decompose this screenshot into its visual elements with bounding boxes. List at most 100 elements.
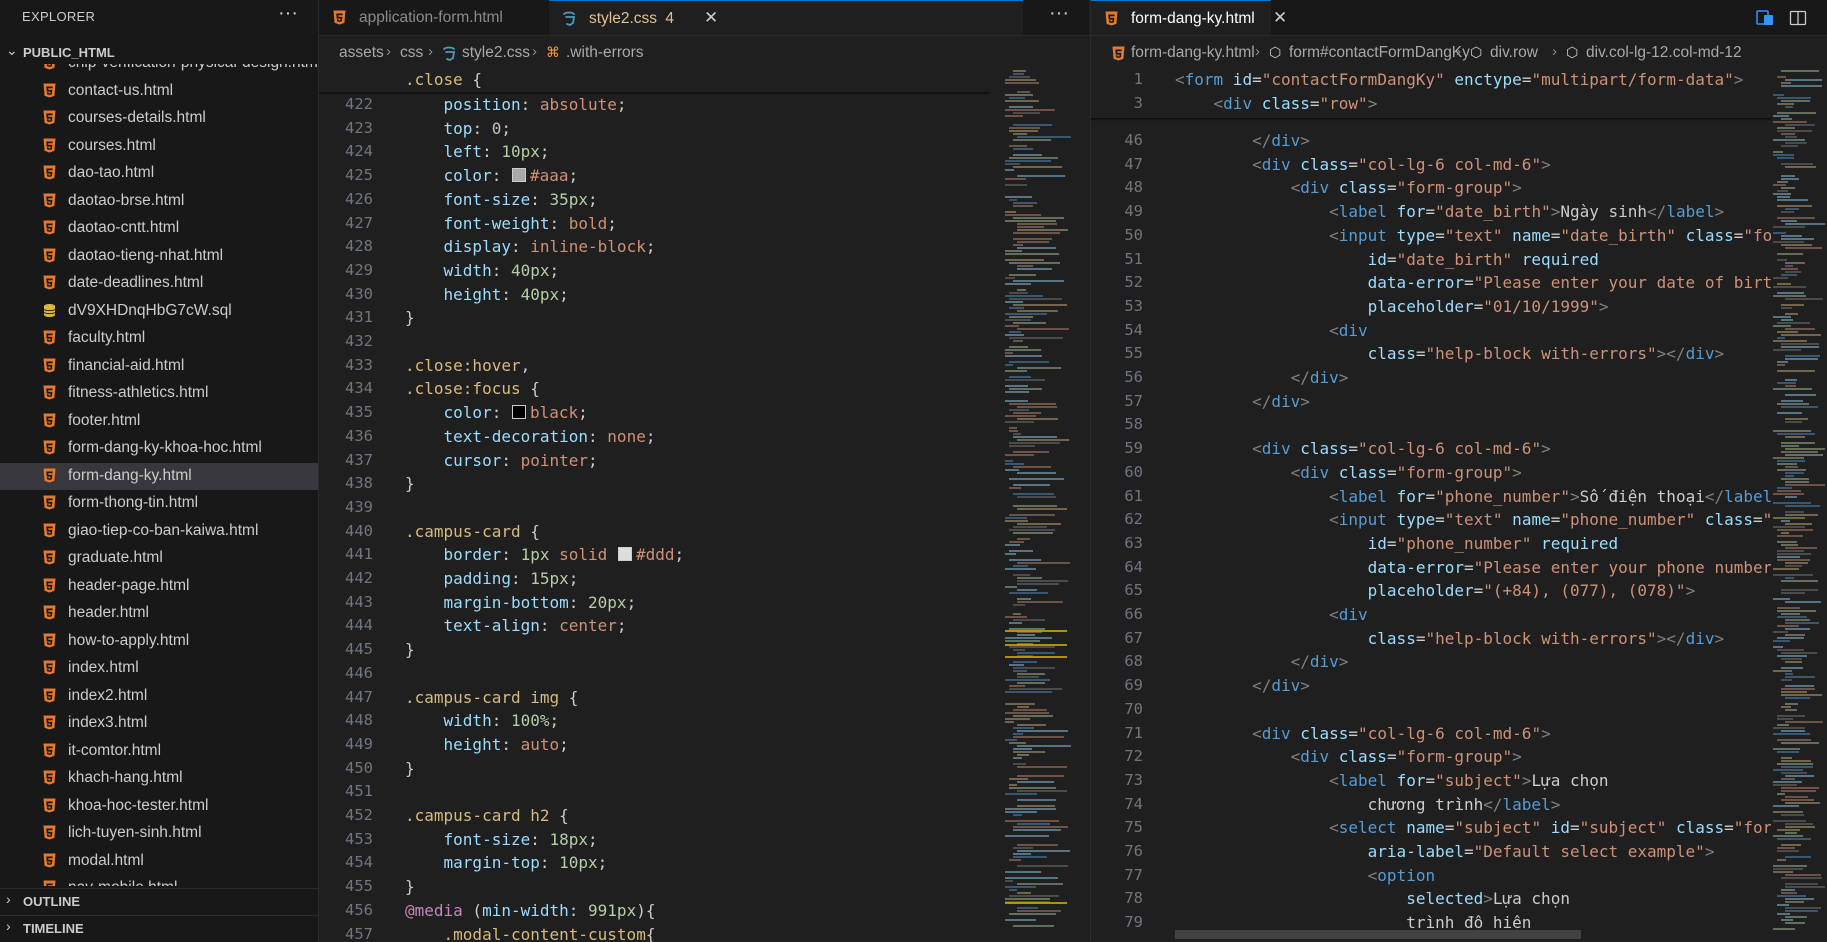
- code-text: color: black;: [405, 403, 588, 423]
- file-item[interactable]: form-dang-ky-khoa-hoc.html: [0, 435, 318, 463]
- file-item[interactable]: daotao-cntt.html: [0, 215, 318, 243]
- color-swatch[interactable]: [511, 168, 526, 183]
- code-text: </div>: [1175, 131, 1310, 150]
- timeline-section[interactable]: › TIMELINE: [0, 915, 318, 942]
- file-item[interactable]: graduate.html: [0, 545, 318, 573]
- tab-form-dang-ky[interactable]: form-dang-ky.html ✕: [1091, 0, 1287, 35]
- file-item[interactable]: courses.html: [0, 133, 318, 161]
- file-item[interactable]: index3.html: [0, 710, 318, 738]
- tab-style2-css[interactable]: style2.css 4 ✕: [549, 0, 1023, 35]
- line-number: 50: [1124, 225, 1143, 244]
- minimap-line: [1777, 616, 1807, 618]
- file-item[interactable]: date-deadlines.html: [0, 270, 318, 298]
- code-editor[interactable]: 422 position: absolute; 423 top: 0; 424 le…: [319, 70, 989, 942]
- file-item[interactable]: giao-tiep-co-ban-kaiwa.html: [0, 518, 318, 546]
- file-item[interactable]: lich-tuyen-sinh.html: [0, 820, 318, 848]
- minimap-line: [1785, 106, 1793, 108]
- minimap[interactable]: [1005, 70, 1079, 942]
- line-number: 72: [1124, 747, 1143, 766]
- file-item[interactable]: contact-us.html: [0, 78, 318, 106]
- breadcrumb-item[interactable]: div.col-lg-12.col-md-12: [1586, 44, 1742, 62]
- file-item[interactable]: index2.html: [0, 683, 318, 711]
- code-line: 50 <input type="text" name="date_birth" …: [1091, 225, 1771, 249]
- code-text: <input type="text" name="date_birth" cla…: [1175, 225, 1771, 245]
- breadcrumb: assets › css › style2.css › ⌘ .with-errors: [319, 36, 1089, 70]
- minimap-line: [1017, 523, 1061, 525]
- breadcrumb-item[interactable]: div.row: [1490, 44, 1538, 62]
- minimap-line: [1785, 628, 1810, 630]
- file-item[interactable]: faculty.html: [0, 325, 318, 353]
- tab-application-form[interactable]: application-form.html: [319, 0, 549, 35]
- file-item[interactable]: how-to-apply.html: [0, 628, 318, 656]
- sticky-shadow: [319, 92, 989, 95]
- minimap-line: [1005, 871, 1041, 873]
- breadcrumb-item[interactable]: form-dang-ky.html: [1131, 44, 1255, 62]
- minimap-line: [1781, 688, 1815, 690]
- outline-section[interactable]: › OUTLINE: [0, 888, 318, 915]
- breadcrumb-item[interactable]: style2.css: [462, 44, 530, 62]
- file-item[interactable]: modal.html: [0, 848, 318, 876]
- minimap[interactable]: [1773, 70, 1827, 942]
- file-item[interactable]: daotao-brse.html: [0, 188, 318, 216]
- split-editor-icon[interactable]: [1789, 9, 1807, 31]
- close-icon[interactable]: ✕: [704, 8, 718, 28]
- horizontal-scrollbar[interactable]: [1175, 930, 1581, 939]
- file-item[interactable]: footer.html: [0, 408, 318, 436]
- file-name: dao-tao.html: [68, 164, 155, 181]
- file-item[interactable]: header.html: [0, 600, 318, 628]
- minimap-line: [1781, 304, 1804, 306]
- minimap-line: [1017, 766, 1067, 768]
- symbol-element-icon: ⬡: [1566, 44, 1579, 60]
- folder-header[interactable]: ⌄ PUBLIC_HTML: [0, 42, 318, 64]
- breadcrumb-item[interactable]: .with-errors: [566, 44, 644, 62]
- file-item[interactable]: fitness-athletics.html: [0, 380, 318, 408]
- minimap-line: [1017, 652, 1055, 654]
- minimap-line: [1017, 406, 1057, 408]
- breadcrumb-item[interactable]: css: [400, 44, 423, 62]
- minimap-line: [1009, 157, 1058, 159]
- chevron-right-icon: ›: [386, 43, 391, 60]
- problems-badge: 4: [665, 10, 674, 27]
- minimap-line: [1017, 910, 1061, 912]
- file-item[interactable]: it-comtor.html: [0, 738, 318, 766]
- minimap-line: [1785, 676, 1815, 678]
- minimap-line: [1013, 493, 1054, 495]
- file-item[interactable]: dao-tao.html: [0, 160, 318, 188]
- file-item[interactable]: khoa-hoc-tester.html: [0, 793, 318, 821]
- line-number: 447: [345, 687, 373, 706]
- breadcrumb-item[interactable]: assets: [339, 44, 384, 62]
- html5-icon: [42, 605, 57, 620]
- minimap-line: [1013, 232, 1060, 234]
- minimap-line: [1777, 550, 1804, 552]
- explorer-more-actions-icon[interactable]: ···: [278, 2, 298, 25]
- editor-more-actions-icon[interactable]: ···: [1049, 2, 1069, 25]
- sticky-scroll[interactable]: .close {: [319, 70, 989, 92]
- html5-icon: [42, 825, 57, 840]
- vertical-scrollbar[interactable]: [1075, 70, 1089, 942]
- code-editor[interactable]: 46 </div> 47 <div class="col-lg-6 col-md-…: [1091, 70, 1771, 942]
- file-item[interactable]: index.html: [0, 655, 318, 683]
- open-changes-icon[interactable]: [1756, 9, 1774, 31]
- minimap-line: [1009, 307, 1024, 309]
- file-item[interactable]: dV9XHDnqHbG7cW.sql: [0, 298, 318, 326]
- code-text: }: [405, 640, 415, 660]
- file-item[interactable]: daotao-tieng-nhat.html: [0, 243, 318, 271]
- color-swatch[interactable]: [617, 547, 632, 562]
- minimap-line: [1785, 385, 1796, 387]
- file-item[interactable]: courses-details.html: [0, 105, 318, 133]
- file-item[interactable]: form-thong-tin.html: [0, 490, 318, 518]
- breadcrumb-item[interactable]: form#contactFormDangKy: [1289, 44, 1470, 62]
- file-item[interactable]: nav-mobile.html: [0, 875, 318, 886]
- html5-icon: [42, 330, 57, 345]
- minimap-line: [1013, 649, 1025, 651]
- color-swatch[interactable]: [511, 405, 526, 420]
- file-item[interactable]: financial-aid.html: [0, 353, 318, 381]
- file-item[interactable]: header-page.html: [0, 573, 318, 601]
- timeline-label: TIMELINE: [23, 921, 84, 936]
- file-name: khach-hang.html: [68, 769, 183, 786]
- code-text: @media (min-width: 991px){: [405, 900, 656, 920]
- file-item[interactable]: form-dang-ky.html: [0, 462, 318, 490]
- file-item[interactable]: khach-hang.html: [0, 765, 318, 793]
- sticky-scroll[interactable]: 1 <form id="contactFormDangKy" enctype="m…: [1091, 70, 1771, 118]
- close-icon[interactable]: ✕: [1273, 8, 1287, 28]
